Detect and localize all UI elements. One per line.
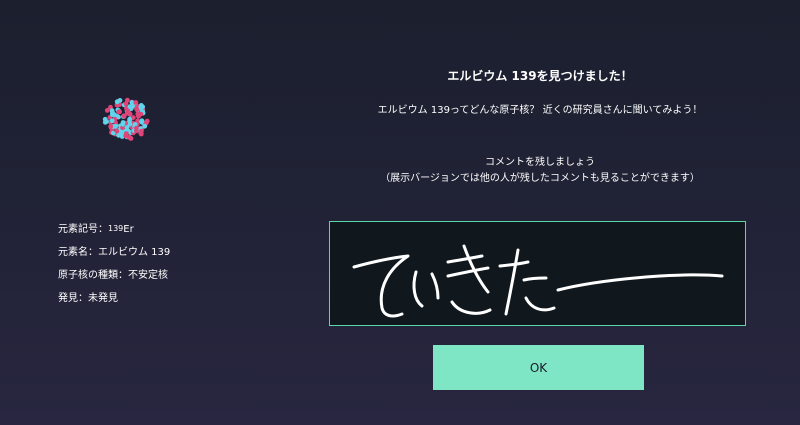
ok-button[interactable]: OK [433,345,644,390]
nucleon [118,130,124,135]
discovery-row: 発見：未発見 [58,293,118,304]
nucleon [128,136,134,141]
comment-note-text: （展示バージョンでは他の人が残したコメントも見ることができます） [380,173,700,184]
comment-prompt-text: コメントを残しましょう [485,157,595,168]
nucleon [120,121,126,127]
comment-drawing-canvas[interactable] [329,221,746,326]
nucleon [104,119,109,124]
dialog-subtitle: エルビウム 139ってどんな原子核？ 近くの研究員さんに聞いてみよう！ [377,105,703,116]
nucleon [134,125,139,131]
nucleon [117,109,122,115]
nucleon [139,128,144,134]
nucleon [123,101,129,107]
element-symbol: Er [123,224,134,235]
dialog-title: エルビウム 139を見つけました！ [447,69,633,83]
element-name-row: 元素名：エルビウム 139 [58,247,171,258]
nucleon [142,123,148,129]
handwritten-comment-strokes [352,244,724,318]
nucleon [113,123,118,129]
nucleon [133,100,139,105]
element-symbol-row: 元素記号： 139 Er [58,223,134,235]
nucleon [127,121,133,127]
nucleon [121,113,127,119]
nucleus-icon [102,97,150,141]
nucleon [134,106,139,112]
comment-prompt: コメントを残しましょう （展示バージョンでは他の人が残したコメントも見ることがで… [330,155,750,187]
nucleon [139,119,144,125]
nucleon [109,118,115,124]
nucleon [138,111,144,117]
nucleon [138,103,144,108]
nucleon [114,99,120,105]
nucleon [123,133,129,139]
nucleon [114,128,120,134]
nucleon [127,104,133,109]
nucleus-type-row: 原子核の種類：不安定核 [58,270,168,281]
nucleon [127,111,133,117]
nucleon [127,117,132,122]
element-info: 元素記号： 139 Er 元素名：エルビウム 139 原子核の種類：不安定核 発見：… [58,218,170,310]
element-symbol-label: 元素記号： [58,224,108,235]
nucleon [109,112,115,117]
nucleon [108,124,114,129]
nucleon [104,108,110,113]
